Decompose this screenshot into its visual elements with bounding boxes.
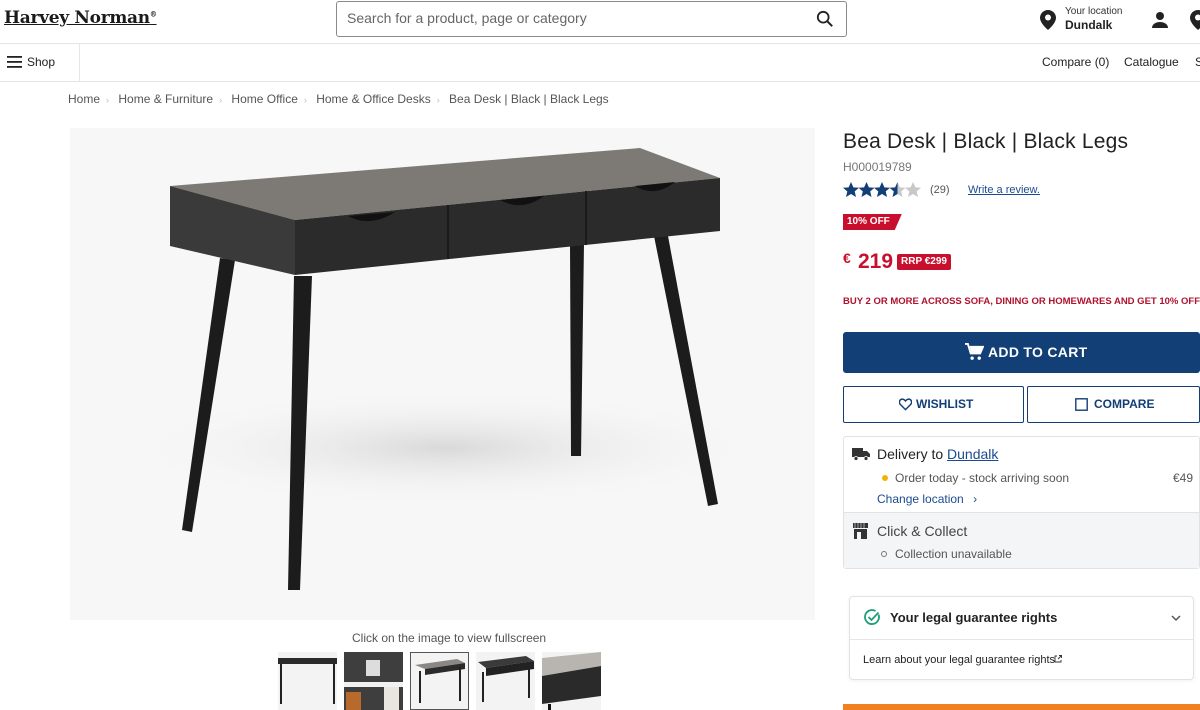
check-circle-icon [864,609,880,625]
external-link-icon [1054,655,1062,663]
location-label: Your location [1065,6,1123,17]
breadcrumb-home-office[interactable]: Home Office [231,92,297,106]
truck-icon [852,448,870,461]
chevron-down-icon[interactable] [1171,614,1181,622]
breadcrumb: Home › Home & Furniture › Home Office › Hom… [68,92,609,106]
desk-illustration [115,148,775,590]
location-value: Dundalk [1065,18,1113,32]
thumbnail-1[interactable] [278,652,337,710]
logo-registered-mark: ® [149,9,157,19]
cart-icon [965,343,984,360]
delivery-title: Delivery to Dundalk [877,446,998,462]
nav-bar: Shop Compare (0) Catalogue S [0,44,1200,82]
write-review-link[interactable]: Write a review. [968,184,1040,196]
price-currency: € [843,250,851,266]
breadcrumb-home-furniture[interactable]: Home & Furniture [118,92,213,106]
delivery-location-link[interactable]: Dundalk [947,446,998,462]
change-location-link[interactable]: Change location › [877,492,977,506]
harvey-norman-logo[interactable]: Harvey Norman® [4,8,157,28]
legal-link[interactable]: Learn about your legal guarantee rights [863,654,1055,666]
thumbnail-3[interactable] [410,652,469,710]
shop-menu-button[interactable]: Shop [0,44,80,81]
shop-label: Shop [27,55,56,69]
hamburger-menu-icon [7,56,22,68]
heart-icon [899,398,912,411]
delivery-price: €49 [1172,471,1193,485]
delivery-section: Delivery to Dundalk Order today - stock … [844,437,1199,512]
search-box[interactable] [336,1,847,37]
delivery-panel: Delivery to Dundalk Order today - stock … [843,436,1200,569]
discount-badge: 10% OFF [843,214,902,230]
rating-count[interactable]: (29) [930,184,950,196]
thumbnail-5[interactable] [542,652,601,710]
legal-title: Your legal guarantee rights [890,610,1058,625]
product-sku: H000019789 [843,160,912,174]
sticky-bar-edge [843,704,1200,710]
logo-text: Harvey Norman [4,8,150,28]
store-icon [853,523,868,539]
breadcrumb-desks[interactable]: Home & Office Desks [316,92,430,106]
catalogue-link[interactable]: Catalogue [1124,55,1179,69]
checkbox-icon[interactable] [1075,398,1088,411]
wishlist-label: WISHLIST [916,397,974,411]
image-caption: Click on the image to view fullscreen [352,631,547,645]
compare-label: COMPARE [1094,397,1155,411]
promo-message[interactable]: BUY 2 OR MORE ACROSS SOFA, DINING OR HOM… [843,296,1200,307]
add-to-cart-button[interactable]: ADD TO CART [843,332,1200,373]
breadcrumb-current: Bea Desk | Black | Black Legs [449,92,609,106]
location-pin-icon [1040,10,1056,30]
divider [850,639,1193,640]
click-collect-section: Click & Collect Collection unavailable [844,512,1199,568]
chevron-right-icon: › [973,492,978,506]
compare-button[interactable]: COMPARE [1027,386,1200,423]
add-to-cart-label: ADD TO CART [988,344,1088,360]
change-location-label: Change location [877,492,964,506]
status-circle-icon [881,551,887,557]
search-icon[interactable] [816,10,834,28]
delivery-status: Order today - stock arriving soon [895,471,1070,485]
search-input[interactable] [347,10,797,26]
collect-status: Collection unavailable [895,547,1012,561]
legal-guarantee-panel[interactable]: Your legal guarantee rights Learn about … [849,596,1194,680]
compare-link[interactable]: Compare (0) [1042,55,1109,69]
top-header: Harvey Norman® Your location Dundalk [0,0,1200,44]
main-product-image[interactable] [70,128,815,620]
breadcrumb-home[interactable]: Home [68,92,100,106]
wishlist-button[interactable]: WISHLIST [843,386,1024,423]
click-collect-title: Click & Collect [877,523,968,539]
thumbnail-4[interactable] [476,652,535,710]
store-locator-icon[interactable] [1190,10,1200,30]
rrp-badge: RRP €299 [897,254,951,270]
rating-stars-icon [843,182,921,197]
status-dot-icon [882,475,888,481]
product-title: Bea Desk | Black | Black Legs [843,130,1129,153]
nav-link-cut-off[interactable]: S [1195,55,1200,69]
delivery-prefix: Delivery to [877,446,948,462]
thumbnail-2[interactable] [344,652,403,710]
account-icon[interactable] [1150,10,1170,30]
product-price: 219 [858,250,894,273]
